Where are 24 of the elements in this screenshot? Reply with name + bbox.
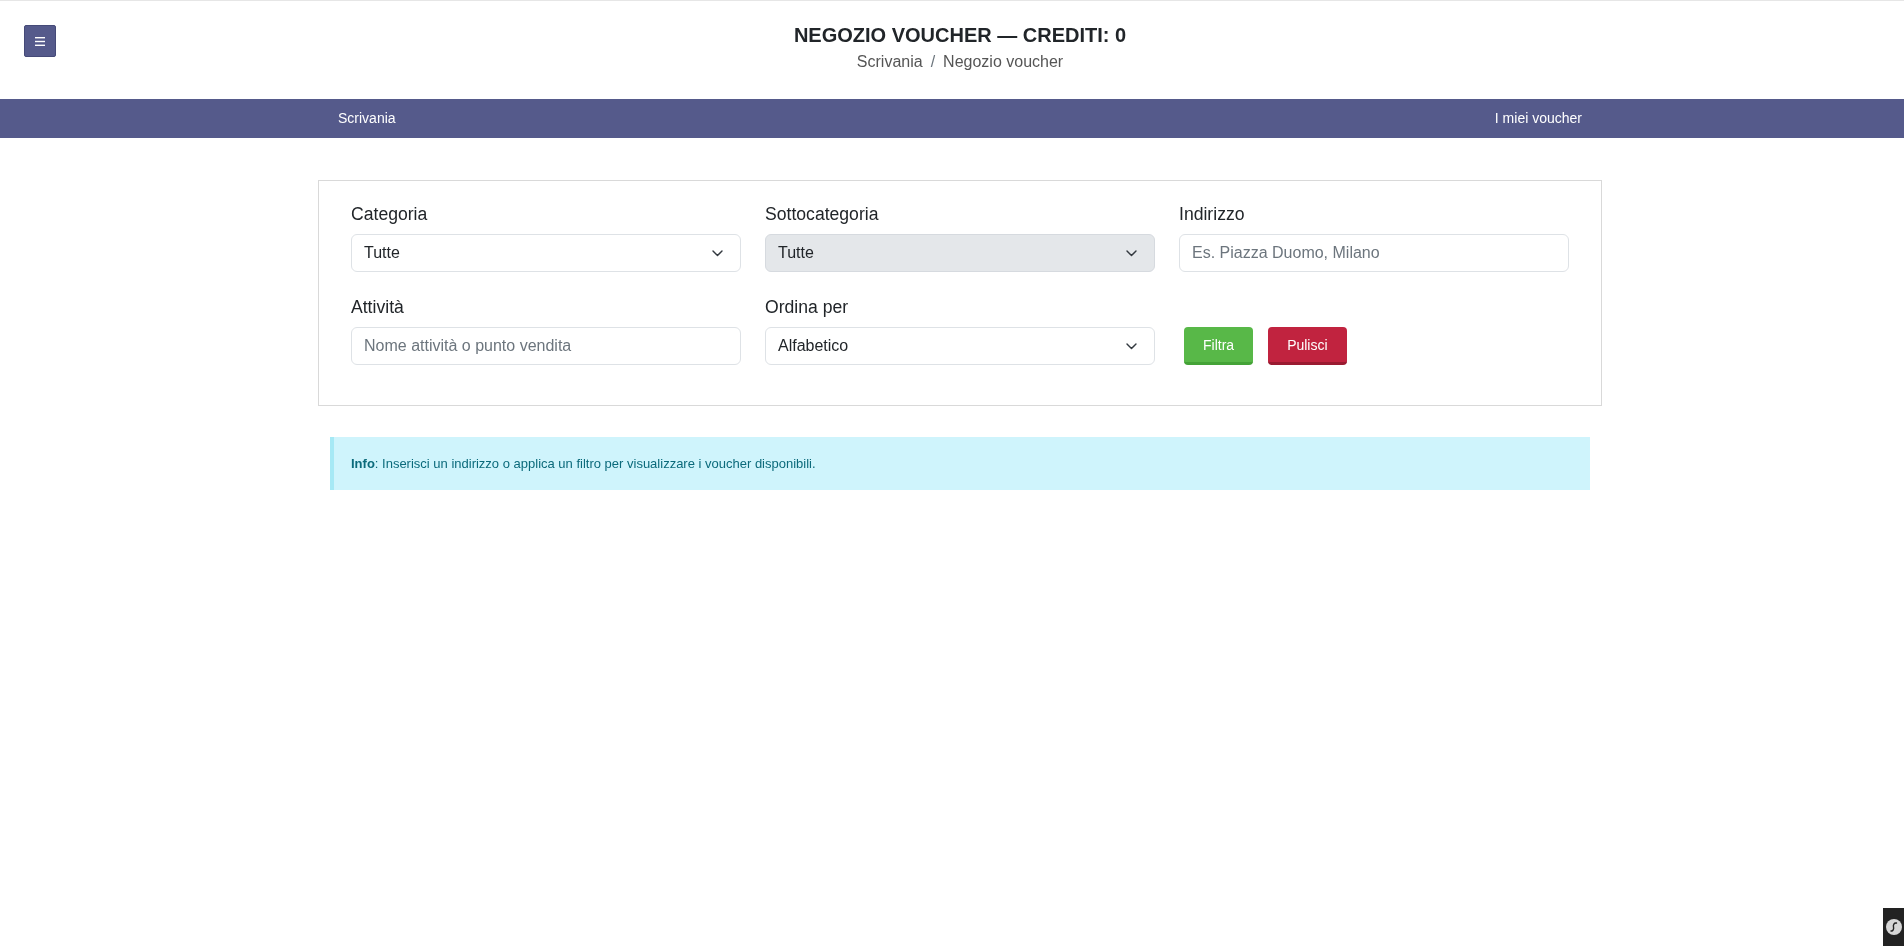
text-input[interactable]: Nome attività o punto vendita bbox=[351, 327, 741, 365]
field-label: Sottocategoria bbox=[765, 203, 880, 226]
nav-link[interactable]: I miei voucher bbox=[1494, 108, 1582, 129]
chevron-down-icon bbox=[1126, 342, 1137, 350]
breadcrumb-current: Negozio voucher bbox=[943, 52, 1064, 72]
nav-link[interactable]: Scrivania bbox=[338, 108, 396, 129]
field-label: Categoria bbox=[351, 203, 429, 226]
alert-text: Info: Inserisci un indirizzo o applica un filtro per visualizzare i voucher disponibili. bbox=[351, 454, 816, 473]
breadcrumb-link[interactable]: Scrivania bbox=[856, 50, 923, 74]
field-label: Attività bbox=[351, 296, 405, 319]
logo-icon bbox=[1885, 919, 1902, 935]
field-label: Ordina per bbox=[765, 296, 850, 319]
field-label: Indirizzo bbox=[1179, 203, 1246, 226]
clear-button[interactable]: Pulisci bbox=[1268, 327, 1347, 365]
chevron-down-icon bbox=[1126, 249, 1137, 257]
breadcrumb-separator: / bbox=[929, 52, 937, 72]
menu-icon bbox=[35, 36, 45, 46]
page-title: NEGOZIO VOUCHER — CREDITI: 0 bbox=[793, 23, 1127, 47]
menu-button[interactable] bbox=[24, 25, 56, 57]
dropdown[interactable]: Tutte bbox=[351, 234, 741, 272]
dropdown[interactable]: Alfabetico bbox=[765, 327, 1155, 365]
toolbar-toggle-button[interactable] bbox=[1883, 908, 1904, 946]
text-input[interactable]: Es. Piazza Duomo, Milano bbox=[1179, 234, 1569, 272]
chevron-down-icon bbox=[712, 249, 723, 257]
